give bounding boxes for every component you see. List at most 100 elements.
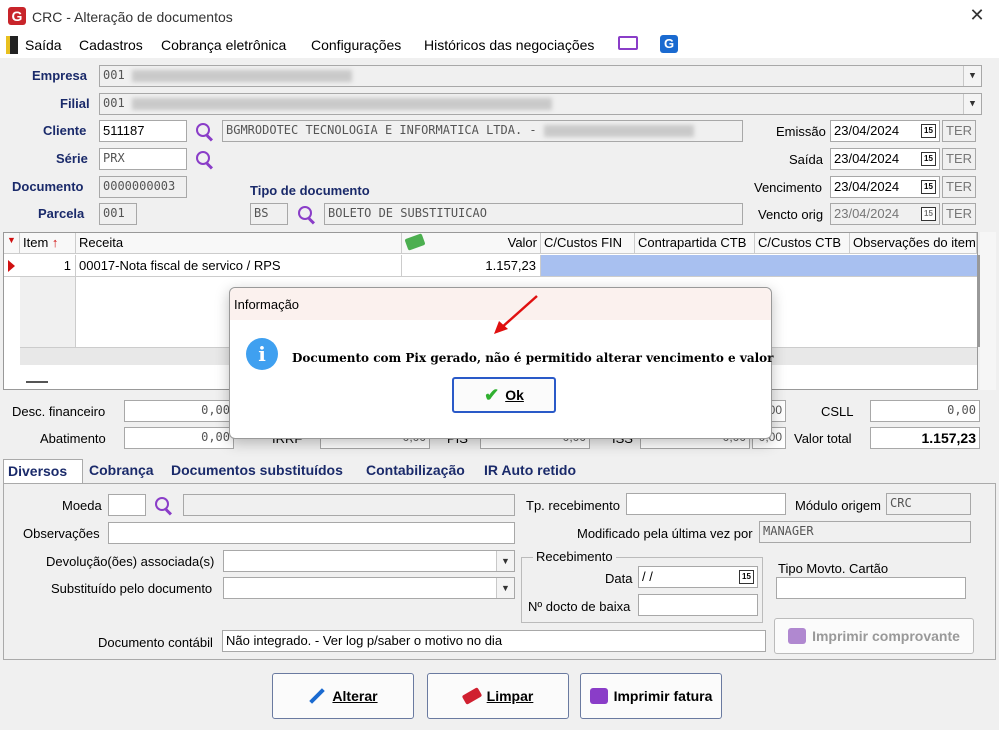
exit-door-icon[interactable] bbox=[6, 36, 18, 54]
column-header-observacoes[interactable]: Observações do item bbox=[850, 233, 977, 254]
tp-receb-input[interactable] bbox=[626, 493, 786, 515]
printer-icon bbox=[788, 628, 807, 644]
filial-field[interactable]: 001 ▼ bbox=[99, 93, 982, 115]
menu-item-saida[interactable]: Saída bbox=[25, 37, 62, 53]
emissao-input[interactable]: 23/04/2024 15 bbox=[830, 120, 940, 142]
chevron-down-icon[interactable]: ▼ bbox=[496, 578, 514, 598]
serie-label: Série bbox=[56, 151, 88, 166]
table-row[interactable]: 1 00017-Nota fiscal de servico / RPS 1.1… bbox=[4, 255, 977, 277]
tipo-documento-label: Tipo de documento bbox=[250, 183, 370, 198]
saida-input[interactable]: 23/04/2024 15 bbox=[830, 148, 940, 170]
calendar-icon[interactable]: 15 bbox=[921, 124, 936, 138]
limpar-button[interactable]: Limpar bbox=[427, 673, 569, 719]
modulo-label: Módulo origem bbox=[795, 498, 881, 513]
printer-icon bbox=[589, 688, 608, 704]
column-header-ccustos-fin[interactable]: C/Custos FIN bbox=[541, 233, 635, 254]
csll-label: CSLL bbox=[821, 404, 854, 419]
chevron-down-icon[interactable]: ▼ bbox=[963, 94, 981, 114]
saida-day: TER bbox=[942, 148, 976, 170]
modificado-field: MANAGER bbox=[759, 521, 971, 543]
modulo-field: CRC bbox=[886, 493, 971, 515]
chevron-down-icon[interactable]: ▼ bbox=[496, 551, 514, 571]
row-receita: 00017-Nota fiscal de servico / RPS bbox=[76, 255, 402, 276]
row-valor: 1.157,23 bbox=[402, 255, 541, 276]
devolucao-label: Devolução(ões) associada(s) bbox=[46, 554, 215, 569]
app-g-icon[interactable]: G bbox=[660, 35, 678, 53]
monitor-icon[interactable] bbox=[618, 36, 638, 50]
column-header-receita[interactable]: Receita bbox=[76, 233, 402, 254]
vencimento-input[interactable]: 23/04/2024 15 bbox=[830, 176, 940, 198]
scrollbar-track[interactable] bbox=[980, 232, 996, 390]
column-header-item[interactable]: Item ↑ bbox=[20, 233, 76, 254]
search-icon[interactable] bbox=[297, 205, 315, 223]
parcela-label: Parcela bbox=[38, 206, 85, 221]
cliente-code-input[interactable]: 511187 bbox=[99, 120, 187, 142]
recebimento-group-title: Recebimento bbox=[533, 549, 616, 564]
abatimento-label: Abatimento bbox=[40, 431, 106, 446]
calendar-icon: 15 bbox=[921, 207, 936, 221]
moeda-input[interactable] bbox=[108, 494, 146, 516]
saida-label: Saída bbox=[789, 152, 823, 167]
tab-ir-auto-retido[interactable]: IR Auto retido bbox=[480, 459, 580, 483]
emissao-label: Emissão bbox=[776, 124, 826, 139]
column-header-contrapartida[interactable]: Contrapartida CTB bbox=[635, 233, 755, 254]
menu-item-cobranca[interactable]: Cobrança eletrônica bbox=[161, 37, 286, 53]
tipo-doc-name-field: BOLETO DE SUBSTITUICAO bbox=[324, 203, 743, 225]
alterar-button[interactable]: Alterar bbox=[272, 673, 414, 719]
title-bar: G CRC - Alteração de documentos ✕ bbox=[0, 0, 999, 33]
documento-label: Documento bbox=[12, 179, 84, 194]
column-header-valor[interactable]: Valor bbox=[402, 233, 541, 254]
menu-item-historicos[interactable]: Históricos das negociações bbox=[424, 37, 594, 53]
doc-contabil-label: Documento contábil bbox=[98, 635, 213, 650]
vencimento-day: TER bbox=[942, 176, 976, 198]
vencto-orig-day: TER bbox=[942, 203, 976, 225]
imprimir-comprovante-button[interactable]: Imprimir comprovante bbox=[774, 618, 974, 654]
search-icon[interactable] bbox=[195, 122, 213, 140]
ok-button[interactable]: ✔ Ok bbox=[452, 377, 556, 413]
menu-item-cadastros[interactable]: Cadastros bbox=[79, 37, 143, 53]
abatimento-field: 0,00 bbox=[124, 427, 234, 449]
imprimir-fatura-button[interactable]: Imprimir fatura bbox=[580, 673, 722, 719]
app-logo-icon: G bbox=[8, 7, 26, 25]
observacoes-input[interactable] bbox=[108, 522, 515, 544]
documento-field: 0000000003 bbox=[99, 176, 187, 198]
row-selected-cells bbox=[541, 255, 977, 276]
eraser-icon bbox=[461, 687, 482, 705]
data-label: Data bbox=[605, 571, 633, 586]
tp-receb-label: Tp. recebimento bbox=[526, 498, 620, 513]
tipo-doc-code-field[interactable]: BS bbox=[250, 203, 288, 225]
calendar-icon[interactable]: 15 bbox=[739, 570, 754, 584]
substituido-label: Substituído pelo documento bbox=[51, 581, 213, 596]
chevron-down-icon[interactable]: ▼ bbox=[963, 66, 981, 86]
search-icon[interactable] bbox=[154, 496, 172, 514]
moeda-label: Moeda bbox=[62, 498, 102, 513]
tab-contabilizacao[interactable]: Contabilização bbox=[362, 459, 469, 483]
serie-input[interactable]: PRX bbox=[99, 148, 187, 170]
cliente-name-field: BGMRODOTEC TECNOLOGIA E INFORMATICA LTDA… bbox=[222, 120, 743, 142]
pencil-icon bbox=[309, 688, 326, 704]
tab-cobranca[interactable]: Cobrança bbox=[85, 459, 158, 483]
empresa-field[interactable]: 001 ▼ bbox=[99, 65, 982, 87]
devolucao-select[interactable]: ▼ bbox=[223, 550, 515, 572]
tab-diversos[interactable]: Diversos bbox=[3, 459, 83, 483]
ndocto-label: Nº docto de baixa bbox=[528, 599, 631, 614]
valor-total-label: Valor total bbox=[794, 431, 852, 446]
search-icon[interactable] bbox=[195, 150, 213, 168]
tipo-movto-label: Tipo Movto. Cartão bbox=[778, 561, 889, 576]
grid-corner[interactable]: ▼ bbox=[4, 233, 20, 254]
close-icon[interactable]: ✕ bbox=[966, 5, 988, 27]
data-input[interactable]: / /15 bbox=[638, 566, 758, 588]
row-indicator-icon bbox=[8, 260, 15, 272]
valor-total-field: 1.157,23 bbox=[870, 427, 980, 449]
tipo-movto-input[interactable] bbox=[776, 577, 966, 599]
column-header-ccustos-ctb[interactable]: C/Custos CTB bbox=[755, 233, 850, 254]
menu-item-configuracoes[interactable]: Configurações bbox=[311, 37, 401, 53]
desc-fin-field: 0,00 bbox=[124, 400, 234, 422]
calendar-icon[interactable]: 15 bbox=[921, 180, 936, 194]
substituido-select[interactable]: ▼ bbox=[223, 577, 515, 599]
row-item: 1 bbox=[20, 255, 76, 276]
ndocto-input[interactable] bbox=[638, 594, 758, 616]
calendar-icon[interactable]: 15 bbox=[921, 152, 936, 166]
tab-documentos-substituidos[interactable]: Documentos substituídos bbox=[167, 459, 347, 483]
filial-label: Filial bbox=[60, 96, 90, 111]
